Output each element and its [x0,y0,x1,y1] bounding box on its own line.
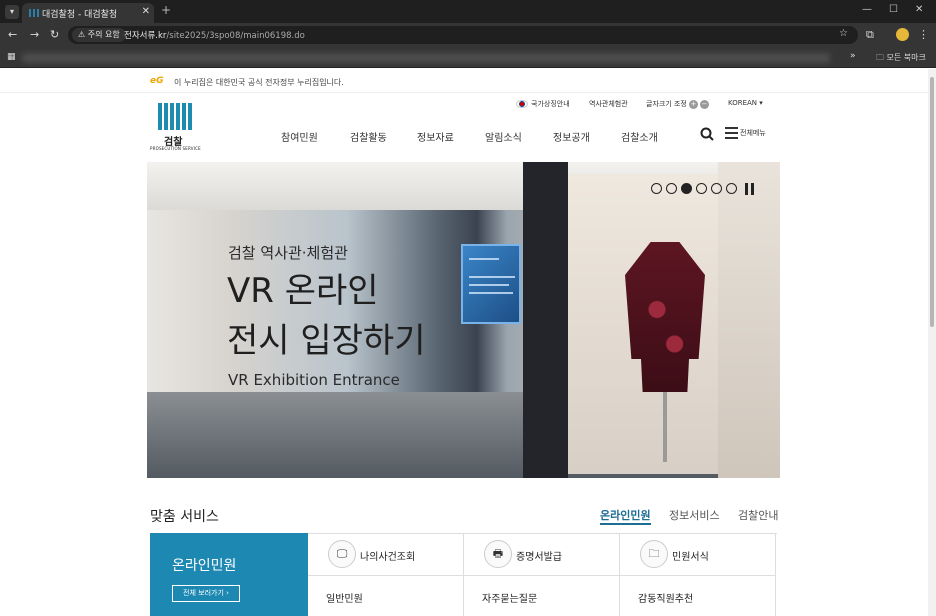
bookmark-star-icon[interactable]: ☆ [839,28,848,39]
robe-stand [663,392,667,462]
forward-icon[interactable]: → [30,28,39,41]
tab-info-service[interactable]: 정보서비스 [669,507,720,523]
bookmarks-redacted [22,53,830,63]
tab-title: 대검찰청 - 대검찰청 [42,10,118,20]
slide-dot-4[interactable] [696,183,707,194]
hero-banner[interactable]: 검찰 역사관·체험관 VR 온라인전시 입장하기 VR Exhibition E… [147,162,780,478]
services-lead-title: 온라인민원 [172,558,237,574]
gnb-item-about[interactable]: 검찰소개 [621,129,658,144]
service-general[interactable]: 일반민원 [308,576,464,616]
all-bookmarks-folder[interactable]: 🗀 모든 북마크 [876,52,926,66]
font-size-label: 글자크기 조정 [646,100,687,108]
service-label: 자주묻는질문 [482,594,538,605]
slide-dot-5[interactable] [711,183,722,194]
hero-kicker: 검찰 역사관·체험관 [228,244,348,262]
web-page: eG 이 누리집은 대한민국 공식 전자정부 누리집입니다. 국가상징안내 역사… [0,69,928,616]
logo-subtitle: PROSECUTION SERVICE [150,146,201,151]
back-icon[interactable]: ← [8,28,17,41]
maximize-icon[interactable]: ☐ [889,4,898,15]
services-grid: 🖵 나의사건조회 🖶 증명서발급 🗀 민원서식 일반민원 자주묻는질문 감동직원… [308,533,777,616]
monitor-search-icon: 🖵 [328,540,356,568]
url-text[interactable]: 전자서류.kr/site2025/3spo08/main06198.do [124,29,305,41]
hero-title: VR 온라인전시 입장하기 [227,266,426,366]
new-tab-button[interactable]: + [161,3,171,17]
window-close-icon[interactable]: ✕ [915,4,923,15]
address-bar-row: ← → ↻ ⚠ 주의 요함 전자서류.kr/site2025/3spo08/ma… [0,23,936,47]
history-hall-link[interactable]: 역사관체험관 [589,99,628,109]
font-size-control: 글자크기 조정 + − [646,99,709,109]
hero-subtitle: VR Exhibition Entrance [228,371,400,389]
site-favicon-icon [29,9,39,17]
browser-tab-strip: ▾ 대검찰청 - 대검찰청 ✕ + — ☐ ✕ [0,0,936,23]
hero-display-screen [461,244,521,324]
logo-emblem-icon [158,103,192,130]
service-certificate[interactable]: 🖶 증명서발급 [464,534,620,576]
hero-title-line2: 전시 입장하기 [227,321,426,361]
hamburger-icon [725,127,738,139]
service-my-case[interactable]: 🖵 나의사건조회 [308,534,464,576]
hero-side-case [718,162,780,478]
hero-pillar [523,162,568,478]
browser-menu-icon[interactable]: ⋮ [918,28,929,41]
service-staff-recommend[interactable]: 감동직원추천 [620,576,776,616]
gnb-item-participation[interactable]: 참여민원 [281,129,318,144]
language-select[interactable]: KOREAN ▾ [728,99,763,107]
security-warning-chip[interactable]: ⚠ 주의 요함 [72,28,126,42]
scrollbar-thumb[interactable] [930,77,934,327]
tab-close-icon[interactable]: ✕ [142,6,150,17]
slide-dot-1[interactable] [651,183,662,194]
tab-prosecution-guide[interactable]: 검찰안내 [738,507,778,523]
slide-indicators [651,178,754,197]
service-label: 나의사건조회 [360,552,416,563]
national-symbol-link[interactable]: 국가상징안내 [516,99,570,109]
printer-icon: 🖶 [484,540,512,568]
font-decrease-button[interactable]: − [699,100,709,109]
extensions-icon[interactable]: ⧉ [866,28,874,42]
tab-online-civil[interactable]: 온라인민원 [600,507,651,525]
pause-icon[interactable] [745,182,754,195]
minimize-icon[interactable]: — [862,4,872,15]
search-icon[interactable] [700,127,714,141]
gov-banner-text[interactable]: 이 누리집은 대한민국 공식 전자정부 누리집입니다. [174,77,344,88]
profile-avatar[interactable] [896,28,909,41]
gov-banner: eG 이 누리집은 대한민국 공식 전자정부 누리집입니다. [0,69,928,93]
services-title: 맞춤 서비스 [150,509,219,525]
gnb-item-disclosure[interactable]: 정보공개 [553,129,590,144]
folder-icon: 🗀 [876,53,887,62]
tab-search-button[interactable]: ▾ [5,5,19,19]
slide-dot-3[interactable] [681,183,692,194]
font-increase-button[interactable]: + [688,100,698,109]
gnb-item-activities[interactable]: 검찰활동 [350,129,387,144]
service-label: 증명서발급 [516,552,562,563]
slide-dot-2[interactable] [666,183,677,194]
apps-grid-icon[interactable]: ▦ [7,52,16,62]
service-label: 감동직원추천 [638,594,694,605]
omnibox[interactable]: ⚠ 주의 요함 전자서류.kr/site2025/3spo08/main0619… [68,26,858,44]
all-bookmarks-label: 모든 북마크 [886,53,926,62]
all-menu-label: 전체메뉴 [740,129,766,137]
service-label: 일반민원 [326,594,363,605]
korean-flag-icon [516,100,528,108]
url-host: 전자서류.kr [124,31,167,41]
bookmarks-bar: ▦ » 🗀 모든 북마크 [0,47,936,68]
browser-tab[interactable]: 대검찰청 - 대검찰청 ✕ [22,3,154,23]
reload-icon[interactable]: ↻ [50,28,59,41]
gnb-item-news[interactable]: 알림소식 [485,129,522,144]
service-label: 민원서식 [672,552,709,563]
gnb-item-resources[interactable]: 정보자료 [417,129,454,144]
folder-icon: 🗀 [640,540,668,568]
page-scrollbar[interactable] [928,69,936,616]
bookmarks-more[interactable]: » [850,51,856,61]
site-logo[interactable]: 검찰 PROSECUTION SERVICE [150,103,202,153]
all-menu-button[interactable]: 전체메뉴 [725,127,766,139]
national-symbol-label: 국가상징안내 [531,100,570,108]
url-path: /site2025/3spo08/main06198.do [166,31,305,41]
services-lead-panel: 온라인민원 전체 보러가기 › [150,533,308,616]
service-forms[interactable]: 🗀 민원서식 [620,534,776,576]
hero-title-line1: VR 온라인 [227,271,379,311]
egov-logo: eG [150,76,164,86]
service-faq[interactable]: 자주묻는질문 [464,576,620,616]
slide-dot-6[interactable] [726,183,737,194]
view-all-button[interactable]: 전체 보러가기 › [172,585,240,602]
